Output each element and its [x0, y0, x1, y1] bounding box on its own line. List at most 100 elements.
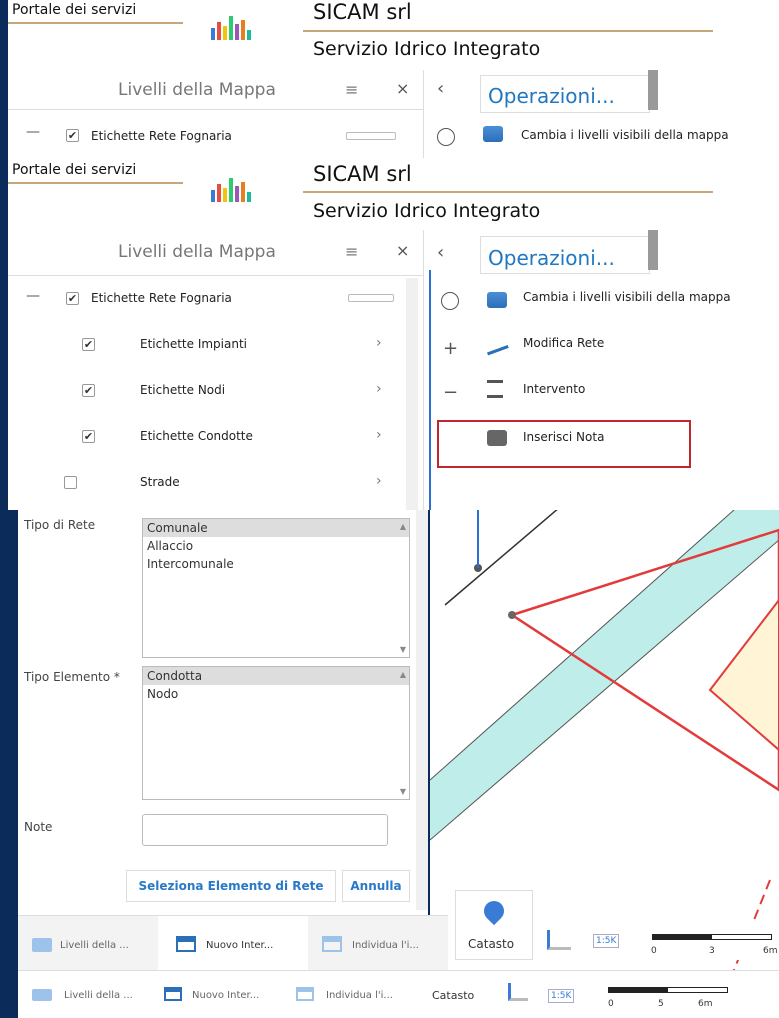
portal-label: Portale dei servizi	[12, 162, 137, 178]
tab-label: Livelli della ...	[64, 990, 133, 1001]
operations-title: Operazioni...	[488, 84, 615, 108]
opacity-slider[interactable]	[346, 132, 396, 140]
opacity-slider[interactable]	[348, 294, 394, 302]
layers-panel: Livelli della Mappa ≡ × — ✔ Etichette Re…	[8, 230, 423, 510]
top-layers-header: Livelli della Mappa ≡ ×	[8, 70, 423, 110]
op-edit-network[interactable]: Modifica Rete	[523, 336, 604, 350]
edit-network-icon	[483, 334, 509, 356]
tab-locate[interactable]: Individua l'i...	[290, 971, 420, 1018]
ruler-icon[interactable]	[508, 983, 528, 1001]
cancel-button[interactable]: Annulla	[342, 870, 410, 902]
catasto-label[interactable]: Catasto	[432, 989, 474, 1002]
collapse-icon[interactable]: —	[26, 124, 40, 140]
scroll-up-icon[interactable]: ▲	[400, 522, 406, 531]
tab-label: Individua l'i...	[326, 990, 393, 1001]
chevron-right-icon[interactable]: ›	[376, 427, 382, 443]
insert-note-highlight	[437, 420, 691, 468]
hierarchy-icon	[164, 987, 182, 1001]
scale-label: 6m	[763, 946, 778, 956]
op-change-layers[interactable]: Cambia i livelli visibili della mappa	[523, 290, 731, 304]
layer-label: Etichette Rete Fognaria	[91, 129, 232, 143]
checkbox[interactable]: ✔	[82, 338, 95, 351]
scale-box[interactable]: 1:5K	[593, 934, 620, 948]
checkbox[interactable]: ✔	[82, 384, 95, 397]
checkbox[interactable]: ✔	[66, 292, 79, 305]
network-type-list[interactable]: Comunale Allaccio Intercomunale ▲ ▼	[142, 518, 410, 658]
close-icon[interactable]: ×	[396, 79, 409, 98]
checkbox[interactable]: ✔	[82, 430, 95, 443]
intervention-icon	[487, 380, 503, 398]
checkbox[interactable]: ✔	[66, 129, 79, 142]
locate-icon[interactable]	[437, 128, 455, 146]
portal-logo-icon	[203, 2, 273, 40]
element-type-label: Tipo Elemento *	[24, 670, 120, 684]
hierarchy-icon	[176, 936, 196, 952]
chevron-right-icon[interactable]: ›	[376, 473, 382, 489]
layers-icon	[483, 126, 503, 142]
company-name: SICAM srl	[313, 0, 412, 24]
layer-label: Strade	[140, 475, 180, 489]
mid-header-strip: Portale dei servizi SICAM srl Servizio I…	[8, 158, 779, 230]
menu-icon[interactable]: ≡	[345, 80, 358, 99]
hierarchy-icon	[296, 987, 314, 1001]
layers-icon	[487, 292, 507, 308]
close-icon[interactable]: ×	[396, 241, 409, 260]
collapse-left-icon[interactable]: ‹	[437, 78, 444, 99]
tab-new-intervention[interactable]: Nuovo Inter...	[158, 916, 308, 971]
note-input[interactable]	[142, 814, 388, 846]
zoom-in-icon[interactable]: +	[443, 338, 458, 359]
zoom-out-icon[interactable]: −	[443, 382, 458, 403]
intervention-form: Tipo di Rete Comunale Allaccio Intercomu…	[18, 510, 428, 915]
list-option[interactable]: Allaccio	[143, 537, 409, 555]
tab-layers[interactable]: Livelli della ...	[18, 971, 153, 1018]
chevron-right-icon[interactable]: ›	[376, 335, 382, 351]
tabbar-upper: Livelli della ... Nuovo Inter... Individ…	[18, 915, 448, 971]
tab-label: Nuovo Inter...	[206, 940, 274, 951]
portal-logo-icon	[203, 164, 273, 202]
scale-bar	[652, 934, 772, 940]
collapse-icon[interactable]: —	[26, 288, 40, 304]
list-option[interactable]: Intercomunale	[143, 555, 409, 573]
camera-note-icon	[487, 430, 507, 446]
scroll-down-icon[interactable]: ▼	[400, 787, 406, 796]
tab-layers[interactable]: Livelli della ...	[18, 916, 158, 971]
select-network-element-button[interactable]: Seleziona Elemento di Rete	[126, 870, 336, 902]
list-option[interactable]: Nodo	[143, 685, 409, 703]
op-change-layers[interactable]: Cambia i livelli visibili della mappa	[521, 128, 729, 142]
form-scrollbar[interactable]	[416, 510, 428, 910]
scale-box[interactable]: 1:5K	[548, 989, 575, 1003]
scale-tools-upper: 1:5K 0 3 6m	[537, 920, 779, 960]
ruler-icon[interactable]	[547, 930, 571, 950]
scale-bar	[608, 987, 728, 993]
op-intervention[interactable]: Intervento	[523, 382, 585, 396]
map-pin-icon	[479, 896, 509, 926]
hierarchy-icon	[322, 936, 342, 952]
catasto-button[interactable]: Catasto	[455, 890, 533, 960]
company-name: SICAM srl	[313, 162, 412, 186]
tab-new-intervention[interactable]: Nuovo Inter...	[158, 971, 288, 1018]
collapse-left-icon[interactable]: ‹	[437, 242, 444, 263]
layers-icon	[32, 989, 52, 1001]
layer-label: Etichette Rete Fognaria	[91, 291, 232, 305]
operations-title: Operazioni...	[488, 246, 615, 270]
note-label: Note	[24, 820, 53, 834]
top-ops-area: ‹ Operazioni... Cambia i livelli visibil…	[423, 70, 779, 158]
scroll-up-icon[interactable]: ▲	[400, 670, 406, 679]
chevron-right-icon[interactable]: ›	[376, 381, 382, 397]
layer-label: Etichette Nodi	[140, 383, 226, 397]
network-type-label: Tipo di Rete	[24, 518, 96, 532]
scroll-down-icon[interactable]: ▼	[400, 645, 406, 654]
list-option[interactable]: Condotta	[143, 667, 409, 685]
layers-icon	[32, 938, 52, 952]
op-insert-note[interactable]: Inserisci Nota	[523, 430, 604, 444]
element-type-list[interactable]: Condotta Nodo ▲ ▼	[142, 666, 410, 800]
layer-label: Etichette Impianti	[140, 337, 247, 351]
layers-scrollbar[interactable]	[406, 278, 418, 510]
tab-locate[interactable]: Individua l'i...	[308, 916, 448, 971]
layers-panel-title: Livelli della Mappa	[118, 80, 276, 100]
locate-icon[interactable]	[441, 292, 459, 310]
checkbox[interactable]	[64, 476, 77, 489]
menu-icon[interactable]: ≡	[345, 242, 358, 261]
list-option[interactable]: Comunale	[143, 519, 409, 537]
scale-label: 6m	[698, 999, 713, 1009]
